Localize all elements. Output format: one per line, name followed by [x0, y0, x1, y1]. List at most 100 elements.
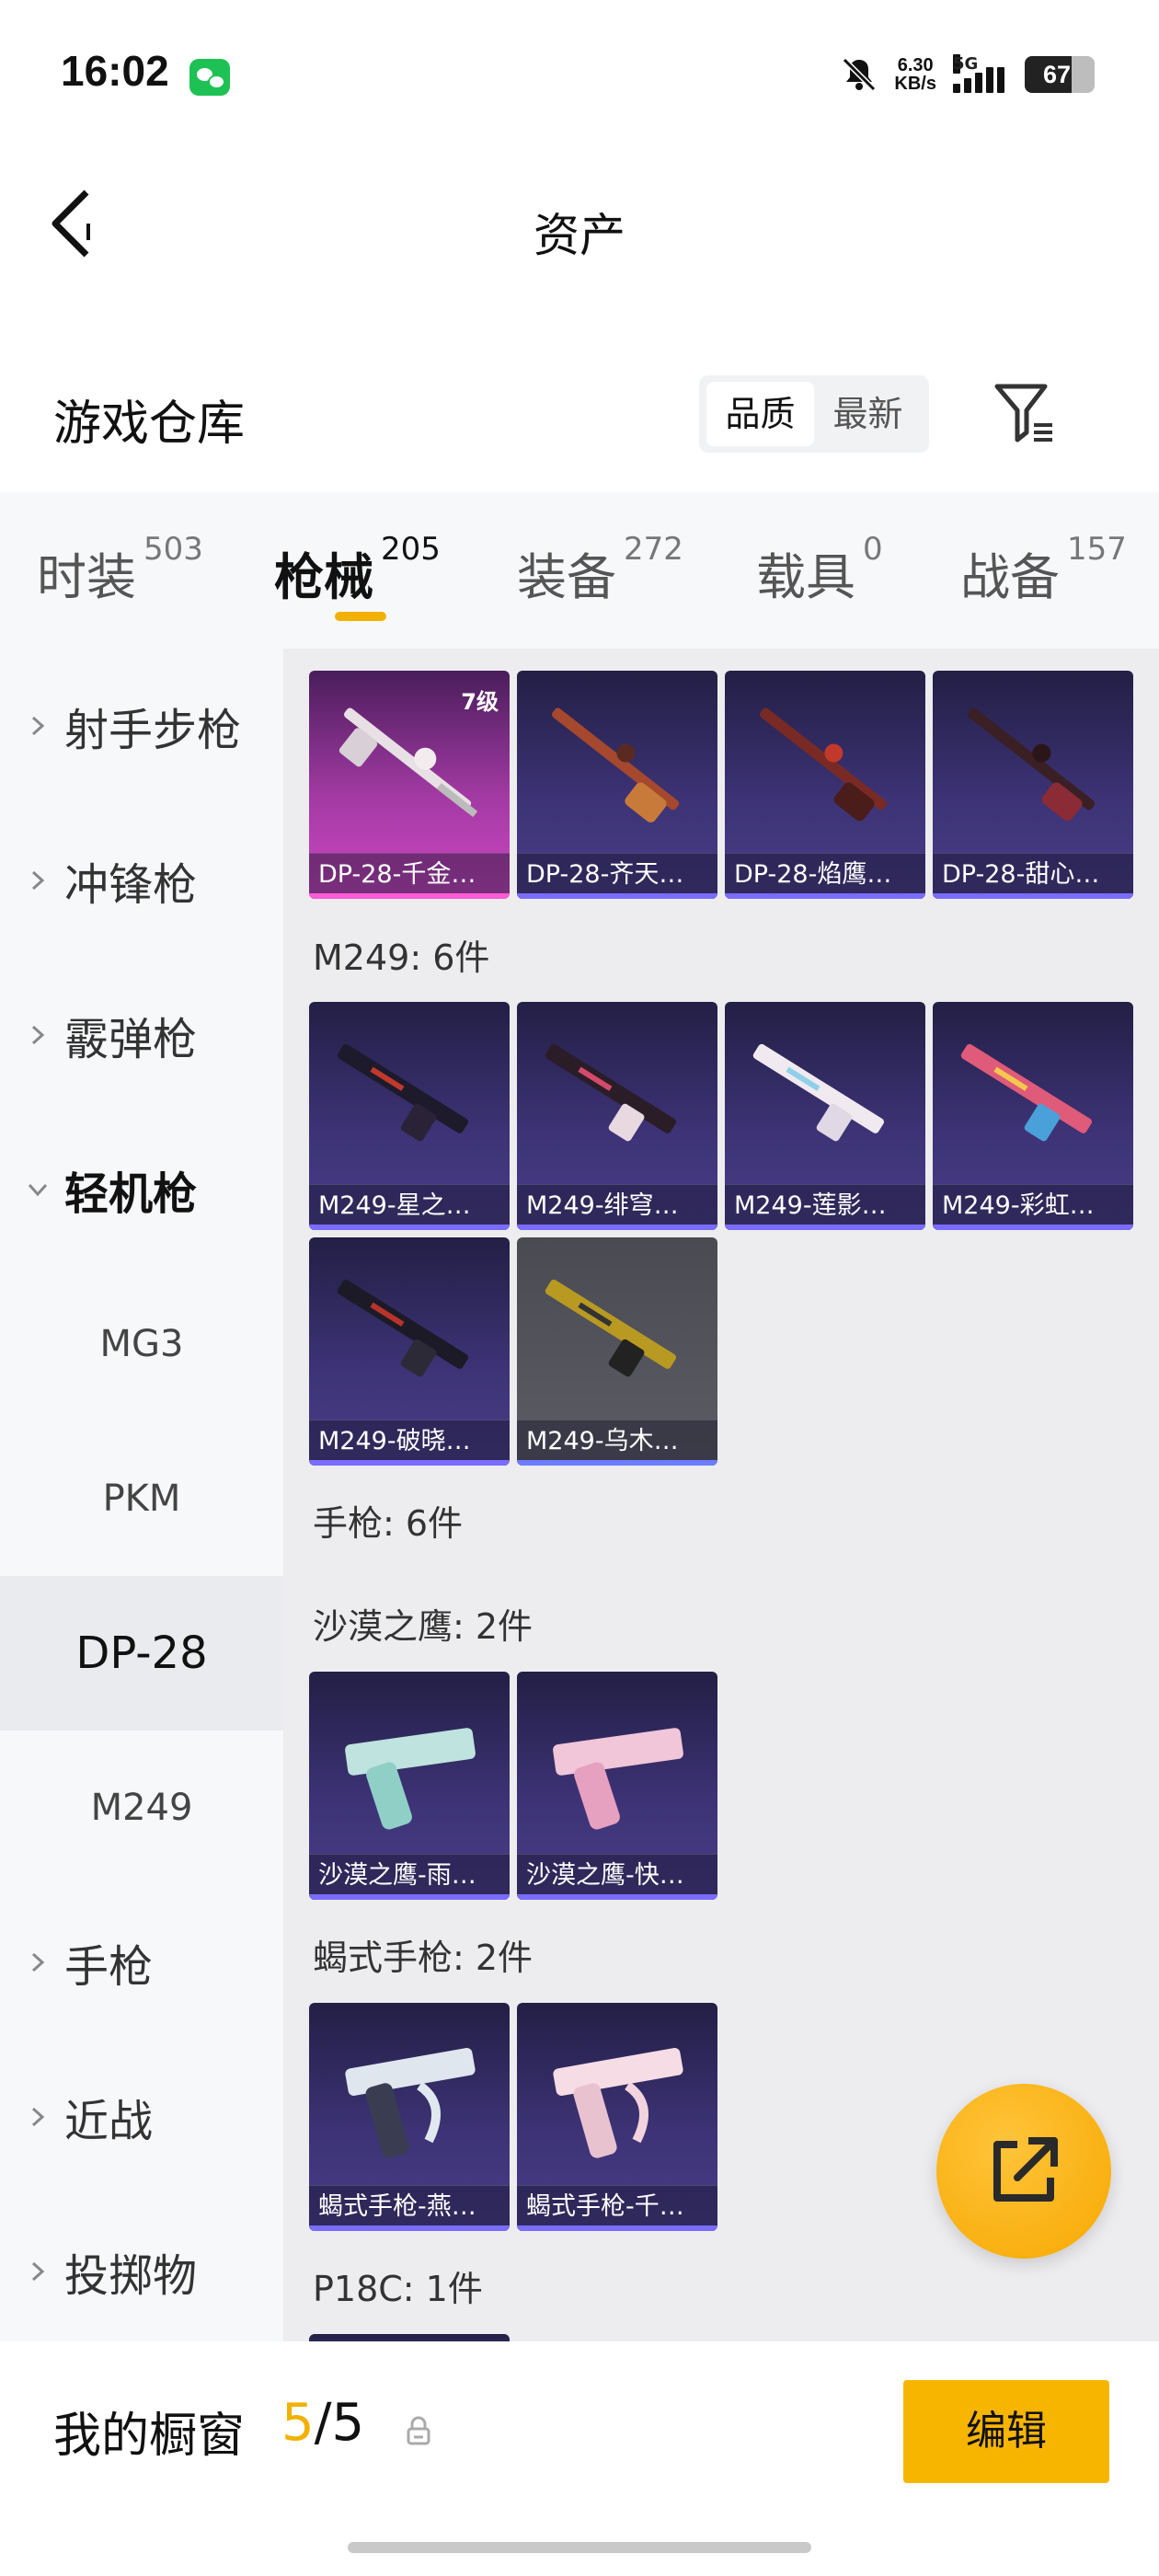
chevron-right-icon — [26, 714, 50, 738]
item-name: 沙漠之鹰-雨… — [318, 1861, 476, 1890]
warehouse-title: 游戏仓库 — [53, 397, 246, 452]
net-speed-unit: KB/s — [894, 74, 936, 94]
item-card[interactable] — [309, 2334, 510, 2341]
item-card[interactable]: M249-星之… — [309, 1002, 510, 1230]
bell-muted-icon — [841, 56, 878, 93]
showcase-count: 5/5 — [281, 2393, 364, 2453]
showcase-current: 5 — [281, 2393, 315, 2453]
showcase-separator: / — [314, 2393, 332, 2453]
page-title: 资产 — [534, 209, 625, 262]
item-card[interactable]: 蝎式手枪-燕… — [309, 2003, 510, 2231]
sidebar-item-label: 冲锋枪 — [64, 859, 198, 911]
sidebar-item-label: M249 — [90, 1787, 193, 1829]
sidebar-subitem-mg3[interactable]: MG3 — [0, 1267, 283, 1421]
battery-icon: 67 — [1025, 56, 1095, 93]
tab-vehicles[interactable]: 载具 0 — [756, 531, 883, 609]
showcase-total: 5 — [331, 2393, 365, 2453]
item-card[interactable]: M249-乌木… — [517, 1237, 717, 1466]
weapon-category-sidebar: 射手步枪 冲锋枪 霰弹枪 轻机枪 MG3 PKM DP-28 M249 手枪 近… — [0, 649, 283, 2341]
sidebar-item-label: 射手步枪 — [64, 705, 242, 756]
group-heading-deagle: 沙漠之鹰: 2件 — [313, 1606, 534, 1647]
item-name: DP-28-甜心… — [942, 860, 1100, 889]
active-tab-indicator — [335, 612, 386, 621]
home-indicator[interactable] — [348, 2542, 811, 2553]
showcase-label: 我的橱窗 — [53, 2409, 246, 2464]
chevron-right-icon — [26, 2105, 50, 2129]
share-edit-button[interactable] — [936, 2084, 1111, 2259]
item-name: DP-28-千金… — [318, 860, 476, 889]
item-card[interactable]: 7级 DP-28-千金… — [309, 671, 510, 899]
chevron-right-icon — [26, 1950, 50, 1974]
group-heading-pistol: 手枪: 6件 — [313, 1503, 464, 1544]
sidebar-subitem-pkm[interactable]: PKM — [0, 1421, 283, 1576]
net-speed-value: 6.30 — [897, 55, 934, 75]
wechat-icon — [189, 59, 230, 96]
item-card[interactable]: M249-莲影… — [725, 1002, 925, 1230]
sidebar-item-throwables[interactable]: 投掷物 — [0, 2194, 283, 2349]
network-type: 5G — [953, 54, 979, 74]
group-heading-p18c: P18C: 1件 — [313, 2269, 483, 2309]
tab-fashion[interactable]: 时装 503 — [37, 531, 203, 609]
tab-firearms[interactable]: 枪械 205 — [274, 531, 441, 609]
sidebar-item-label: 霰弹枪 — [64, 1014, 198, 1065]
sidebar-item-label: DP-28 — [75, 1627, 208, 1679]
sidebar-item-label: 轻机枪 — [64, 1168, 198, 1220]
item-card[interactable]: M249-破晓… — [309, 1237, 510, 1466]
item-card[interactable]: DP-28-焰鹰… — [725, 671, 925, 899]
battery-level: 67 — [1042, 61, 1072, 88]
nav-bar: 资产 — [0, 156, 1159, 294]
sidebar-subitem-dp28[interactable]: DP-28 — [0, 1576, 283, 1731]
sort-newest-button[interactable]: 最新 — [814, 382, 922, 446]
tab-supplies[interactable]: 战备 157 — [960, 531, 1127, 609]
item-card[interactable]: 沙漠之鹰-快… — [517, 1672, 717, 1900]
chevron-right-icon — [26, 868, 50, 892]
item-name: M249-星之… — [318, 1191, 471, 1220]
item-name: M249-乌木… — [526, 1427, 679, 1455]
sidebar-item-lmg[interactable]: 轻机枪 — [0, 1112, 283, 1267]
sidebar-item-smg[interactable]: 冲锋枪 — [0, 803, 283, 958]
sidebar-item-pistol[interactable]: 手枪 — [0, 1885, 283, 2040]
item-name: DP-28-焰鹰… — [734, 860, 892, 889]
item-card[interactable]: 沙漠之鹰-雨… — [309, 1672, 510, 1900]
group-heading-m249: M249: 6件 — [313, 937, 490, 978]
item-card[interactable]: 蝎式手枪-千… — [517, 2003, 717, 2231]
item-name: M249-绯穹… — [526, 1191, 679, 1220]
signal-icon: 5G — [953, 54, 1008, 93]
item-name: M249-彩虹… — [942, 1191, 1095, 1220]
tab-equipment[interactable]: 装备 272 — [517, 531, 683, 609]
sidebar-item-melee[interactable]: 近战 — [0, 2040, 283, 2194]
item-name: 沙漠之鹰-快… — [526, 1861, 684, 1890]
lock-icon — [405, 2415, 432, 2446]
chevron-right-icon — [26, 2260, 50, 2283]
item-name: 蝎式手枪-千… — [526, 2192, 684, 2221]
filter-icon[interactable] — [992, 381, 1056, 445]
sidebar-subitem-m249[interactable]: M249 — [0, 1731, 283, 1885]
sidebar-item-label: PKM — [102, 1478, 181, 1520]
share-edit-icon — [993, 2137, 1058, 2202]
sidebar-item-marksman-rifle[interactable]: 射手步枪 — [0, 649, 283, 803]
sidebar-item-label: 近战 — [64, 2096, 154, 2147]
chevron-right-icon — [26, 1023, 50, 1047]
sort-quality-button[interactable]: 品质 — [706, 382, 814, 446]
sidebar-item-label: 投掷物 — [64, 2250, 198, 2302]
item-card[interactable]: DP-28-齐天… — [517, 671, 717, 899]
item-name: M249-莲影… — [734, 1191, 887, 1220]
sidebar-item-label: MG3 — [99, 1323, 184, 1365]
item-name: M249-破晓… — [318, 1427, 471, 1455]
item-card[interactable]: DP-28-甜心… — [933, 671, 1133, 899]
sidebar-item-label: 手枪 — [64, 1941, 154, 1993]
group-heading-scorpion: 蝎式手枪: 2件 — [313, 1938, 534, 1978]
sort-toggle: 品质 最新 — [699, 375, 929, 453]
item-name: DP-28-齐天… — [526, 860, 684, 889]
chevron-down-icon — [26, 1178, 50, 1202]
level-badge: 7级 — [461, 689, 499, 715]
item-name: 蝎式手枪-燕… — [318, 2192, 476, 2221]
net-speed: 6.30 KB/s — [894, 56, 936, 93]
showcase-bar: 我的橱窗 5/5 编辑 — [0, 2341, 1159, 2576]
item-card[interactable]: M249-彩虹… — [933, 1002, 1133, 1230]
sidebar-item-shotgun[interactable]: 霰弹枪 — [0, 958, 283, 1112]
edit-button[interactable]: 编辑 — [903, 2380, 1109, 2483]
item-card[interactable]: M249-绯穹… — [517, 1002, 717, 1230]
category-tabs: 时装 503 枪械 205 装备 272 载具 0 战备 157 — [0, 492, 1159, 649]
status-bar: 16:02 6.30 KB/s 5G 67 — [0, 0, 1159, 147]
